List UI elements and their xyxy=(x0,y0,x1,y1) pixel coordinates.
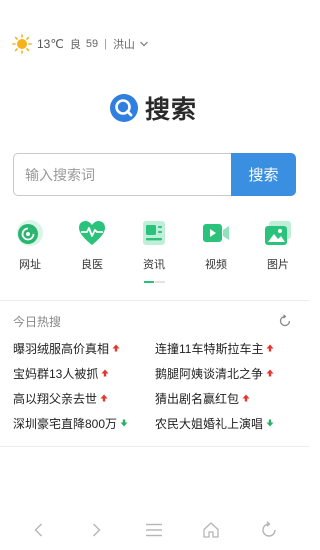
weather-separator: | xyxy=(104,38,107,50)
heart-pulse-icon xyxy=(79,221,105,245)
image-icon xyxy=(265,221,291,245)
quick-nav-item-image[interactable]: 图片 xyxy=(253,218,303,272)
refresh-tab-button[interactable] xyxy=(257,518,281,542)
hot-search-text: 深圳豪宅直降800万 xyxy=(13,416,118,431)
air-quality-value: 59 xyxy=(85,38,99,50)
search-logo: 搜索 xyxy=(109,92,197,124)
back-icon xyxy=(34,523,42,537)
home-icon xyxy=(203,522,219,538)
forward-button[interactable] xyxy=(84,518,108,542)
search-button[interactable]: 搜索 xyxy=(231,153,296,196)
quick-nav-item-web[interactable]: 网址 xyxy=(5,218,55,272)
quick-nav-label: 网址 xyxy=(19,259,41,271)
trend-up-icon xyxy=(101,369,109,377)
menu-button[interactable] xyxy=(142,518,166,542)
temperature: 13℃ xyxy=(37,37,64,51)
video-icon xyxy=(203,224,229,242)
hot-search-text: 猜出剧名赢红包 xyxy=(155,391,240,406)
quick-nav-label: 资讯 xyxy=(143,259,165,271)
hot-search-row: 高以翔父亲去世 猜出剧名赢红包 xyxy=(13,389,296,414)
quick-nav-label: 良医 xyxy=(81,259,103,271)
hot-search-item[interactable]: 深圳豪宅直降800万 xyxy=(13,414,128,432)
forward-icon xyxy=(93,523,101,537)
sun-icon xyxy=(12,34,32,54)
trend-up-icon xyxy=(112,344,120,352)
back-button[interactable] xyxy=(27,518,51,542)
divider xyxy=(0,446,309,447)
hot-search-text: 宝妈群13人被抓 xyxy=(13,366,99,381)
search-input[interactable]: 输入搜索词 xyxy=(13,153,231,196)
hot-search-item[interactable]: 连撞11车特斯拉车主 xyxy=(155,339,274,357)
hot-search-row: 曝羽绒服高价真相 连撞11车特斯拉车主 xyxy=(13,339,296,364)
page-indicator-inactive xyxy=(155,281,165,283)
page-indicator-active xyxy=(144,281,154,283)
hot-search-item[interactable]: 猜出剧名赢红包 xyxy=(155,389,250,407)
hot-search-list: 曝羽绒服高价真相 连撞11车特斯拉车主 宝妈群13人被抓 鹅腿阿姨谈清北之争 高… xyxy=(13,339,296,439)
search-bar: 输入搜索词 搜索 xyxy=(13,153,296,196)
hot-search-text: 连撞11车特斯拉车主 xyxy=(155,341,264,356)
menu-icon xyxy=(146,523,162,537)
divider xyxy=(0,300,309,301)
quick-nav-label: 视频 xyxy=(205,259,227,271)
hot-search-row: 宝妈群13人被抓 鹅腿阿姨谈清北之争 xyxy=(13,364,296,389)
quick-nav-item-doctor[interactable]: 良医 xyxy=(67,218,117,272)
trend-up-icon xyxy=(100,394,108,402)
trend-up-icon xyxy=(266,369,274,377)
hot-search-title: 今日热搜 xyxy=(13,314,62,329)
chevron-down-icon[interactable] xyxy=(139,39,149,49)
hot-search-row: 深圳豪宅直降800万 农民大姐婚礼上演唱 xyxy=(13,414,296,439)
trend-up-icon xyxy=(266,344,274,352)
trend-up-icon xyxy=(242,394,250,402)
hot-search-header: 今日热搜 xyxy=(13,313,292,329)
hot-search-text: 高以翔父亲去世 xyxy=(13,391,98,406)
home-button[interactable] xyxy=(199,518,223,542)
hot-search-text: 曝羽绒服高价真相 xyxy=(13,341,110,356)
hot-search-item[interactable]: 鹅腿阿姨谈清北之争 xyxy=(155,364,274,382)
city-name[interactable]: 洪山 xyxy=(113,36,135,52)
weather-bar[interactable]: 13℃ 良 59 | 洪山 xyxy=(12,34,149,54)
news-icon xyxy=(143,221,165,245)
hot-search-text: 农民大姐婚礼上演唱 xyxy=(155,416,264,431)
hot-search-text: 鹅腿阿姨谈清北之争 xyxy=(155,366,264,381)
logo-text: 搜索 xyxy=(145,96,198,124)
globe-icon xyxy=(17,220,43,246)
refresh-tab-icon xyxy=(262,521,276,537)
hot-search-item[interactable]: 宝妈群13人被抓 xyxy=(13,364,109,382)
refresh-icon[interactable] xyxy=(278,314,292,328)
trend-down-icon xyxy=(120,419,128,427)
hot-search-item[interactable]: 高以翔父亲去世 xyxy=(13,389,108,407)
trend-down-icon xyxy=(266,419,274,427)
hot-search-item[interactable]: 曝羽绒服高价真相 xyxy=(13,339,120,357)
quick-nav-item-news[interactable]: 资讯 xyxy=(129,218,179,272)
quick-nav-label: 图片 xyxy=(267,259,289,271)
bottom-nav xyxy=(0,518,309,542)
hot-search-item[interactable]: 农民大姐婚礼上演唱 xyxy=(155,414,274,432)
quick-nav-item-video[interactable]: 视频 xyxy=(191,218,241,272)
search-logo-icon xyxy=(110,94,138,122)
quick-nav: 网址 良医 资讯 视频 图片 xyxy=(0,218,309,274)
air-quality-label: 良 xyxy=(69,39,81,51)
